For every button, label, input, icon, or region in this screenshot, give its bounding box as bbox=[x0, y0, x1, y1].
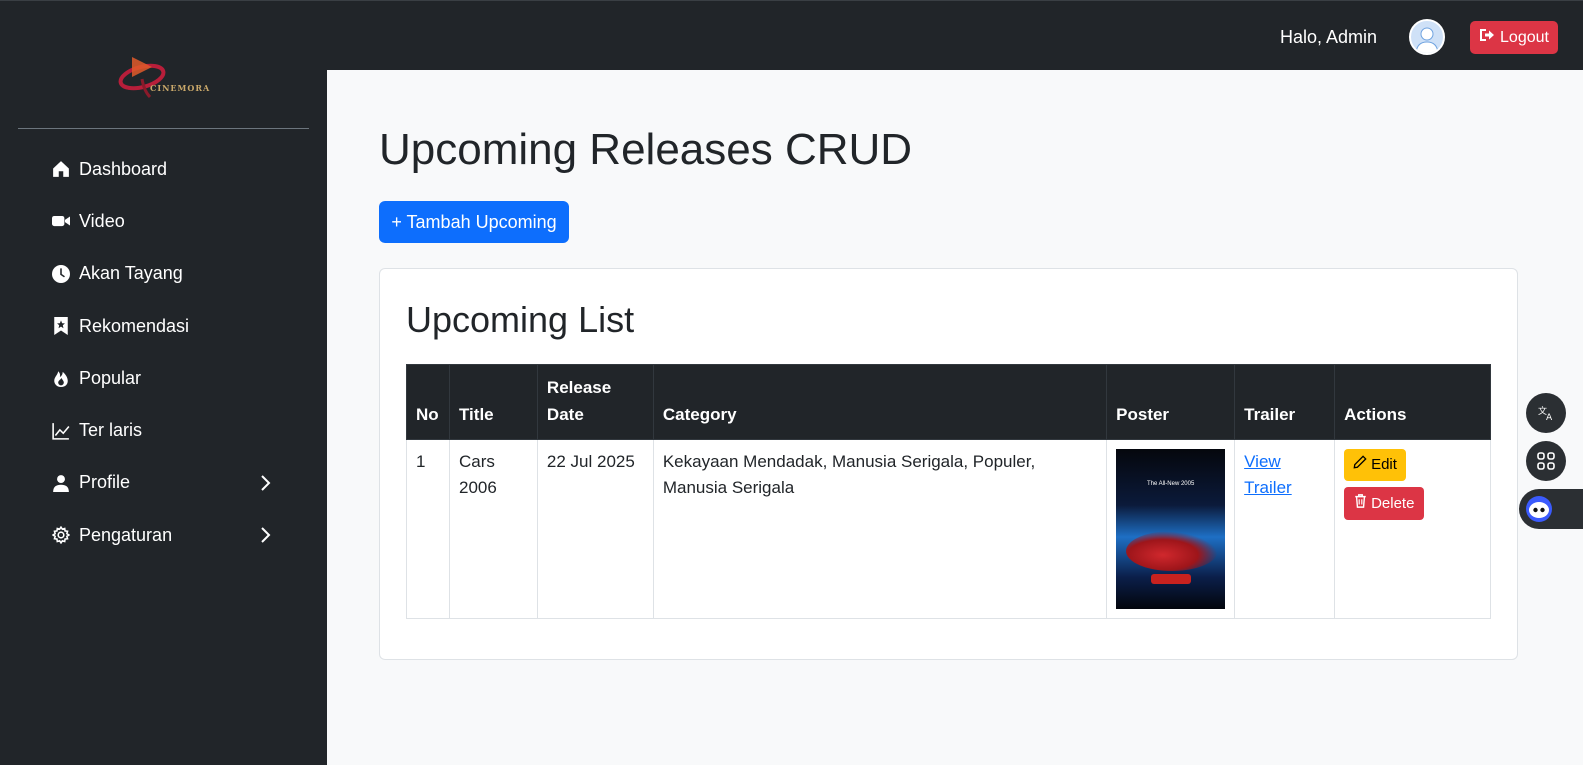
cell-trailer: View Trailer bbox=[1234, 439, 1336, 619]
sidebar-item-dashboard[interactable]: Dashboard bbox=[0, 143, 327, 195]
clock-icon bbox=[52, 264, 70, 283]
add-upcoming-button[interactable]: + Tambah Upcoming bbox=[379, 201, 569, 243]
bookmark-icon bbox=[52, 317, 70, 336]
cell-poster: The All-New 2005 bbox=[1106, 439, 1236, 619]
table-header-row: No Title Release Date Category Poster Tr… bbox=[406, 364, 1491, 440]
sidebar-item-rekomendasi[interactable]: Rekomendasi bbox=[0, 300, 327, 352]
card-title: Upcoming List bbox=[406, 299, 635, 340]
page-title: Upcoming Releases CRUD bbox=[379, 125, 913, 174]
col-header-poster: Poster bbox=[1106, 364, 1236, 440]
poster-image: The All-New 2005 bbox=[1116, 449, 1226, 609]
chart-line-icon bbox=[52, 422, 70, 440]
table-row: 1 Cars 2006 22 Jul 2025 Kekayaan Mendada… bbox=[406, 439, 1491, 619]
assistant-bot-icon[interactable] bbox=[1519, 489, 1583, 529]
sidebar-item-label: Popular bbox=[79, 367, 142, 388]
col-header-release-date: Release Date bbox=[536, 364, 654, 440]
avatar[interactable] bbox=[1409, 19, 1445, 55]
gear-icon bbox=[52, 526, 70, 545]
col-header-category: Category bbox=[652, 364, 1108, 440]
sidebar-item-akan-tayang[interactable]: Akan Tayang bbox=[0, 248, 327, 300]
cell-release-date: 22 Jul 2025 bbox=[536, 439, 654, 619]
edit-button[interactable]: Edit bbox=[1344, 449, 1406, 481]
view-trailer-link[interactable]: View Trailer bbox=[1244, 452, 1292, 497]
chevron-right-icon bbox=[258, 526, 272, 544]
cell-title: Cars 2006 bbox=[448, 439, 538, 619]
delete-label: Delete bbox=[1371, 494, 1415, 512]
trash-icon bbox=[1354, 491, 1367, 517]
poster-logo-shape bbox=[1151, 574, 1192, 584]
col-header-no: No bbox=[406, 364, 450, 440]
apps-grid-icon[interactable] bbox=[1526, 441, 1566, 481]
col-header-actions: Actions bbox=[1334, 364, 1491, 440]
translate-icon[interactable]: 文A bbox=[1526, 393, 1566, 433]
logout-icon bbox=[1479, 28, 1495, 47]
user-icon bbox=[52, 474, 70, 492]
sidebar-item-label: Profile bbox=[79, 472, 131, 493]
sidebar-item-label: Akan Tayang bbox=[79, 263, 183, 284]
sidebar-item-label: Rekomendasi bbox=[79, 315, 190, 336]
cell-category: Kekayaan Mendadak, Manusia Serigala, Pop… bbox=[652, 439, 1108, 619]
upcoming-list-card: Upcoming List No Title Release Date Cate… bbox=[379, 268, 1518, 660]
delete-button[interactable]: Delete bbox=[1344, 487, 1425, 520]
logout-label: Logout bbox=[1500, 28, 1549, 46]
brand-name: CINEMORA bbox=[150, 83, 211, 93]
col-header-trailer: Trailer bbox=[1234, 364, 1336, 440]
svg-text:A: A bbox=[1546, 413, 1553, 423]
sidebar-nav: Dashboard Video Akan Tayang Rekomendasi … bbox=[0, 143, 327, 561]
fire-icon bbox=[52, 369, 70, 388]
sidebar-item-label: Video bbox=[79, 210, 125, 231]
edit-label: Edit bbox=[1371, 456, 1397, 473]
sidebar-item-label: Pengaturan bbox=[79, 524, 173, 545]
video-icon bbox=[52, 212, 70, 230]
cell-no: 1 bbox=[406, 439, 450, 619]
chevron-right-icon bbox=[258, 474, 272, 492]
poster-caption: The All-New 2005 bbox=[1146, 481, 1195, 487]
sidebar-item-pengaturan[interactable]: Pengaturan bbox=[0, 509, 327, 561]
sidebar-item-label: Ter laris bbox=[79, 420, 143, 441]
sidebar-item-popular[interactable]: Popular bbox=[0, 352, 327, 404]
sidebar-item-profile[interactable]: Profile bbox=[0, 457, 327, 509]
sidebar-item-label: Dashboard bbox=[79, 158, 168, 179]
sidebar-divider bbox=[18, 128, 309, 129]
sidebar-item-video[interactable]: Video bbox=[0, 195, 327, 247]
cell-actions: Edit Delete bbox=[1334, 439, 1491, 619]
sidebar-item-ter-laris[interactable]: Ter laris bbox=[0, 404, 327, 456]
col-header-title: Title bbox=[448, 364, 538, 440]
sidebar: CINEMORA Dashboard Video Akan Tayang Rek… bbox=[0, 0, 327, 765]
user-greeting: Halo, Admin bbox=[1280, 27, 1378, 47]
main-content: Upcoming Releases CRUD + Tambah Upcoming… bbox=[327, 70, 1583, 765]
brand-logo[interactable] bbox=[118, 49, 208, 101]
poster-car-shape bbox=[1126, 531, 1219, 571]
pencil-icon bbox=[1353, 452, 1367, 478]
upcoming-table: No Title Release Date Category Poster Tr… bbox=[406, 364, 1491, 619]
logout-button[interactable]: Logout bbox=[1470, 21, 1558, 54]
home-icon bbox=[52, 160, 70, 178]
top-navbar: Halo, Admin Logout bbox=[327, 0, 1583, 70]
